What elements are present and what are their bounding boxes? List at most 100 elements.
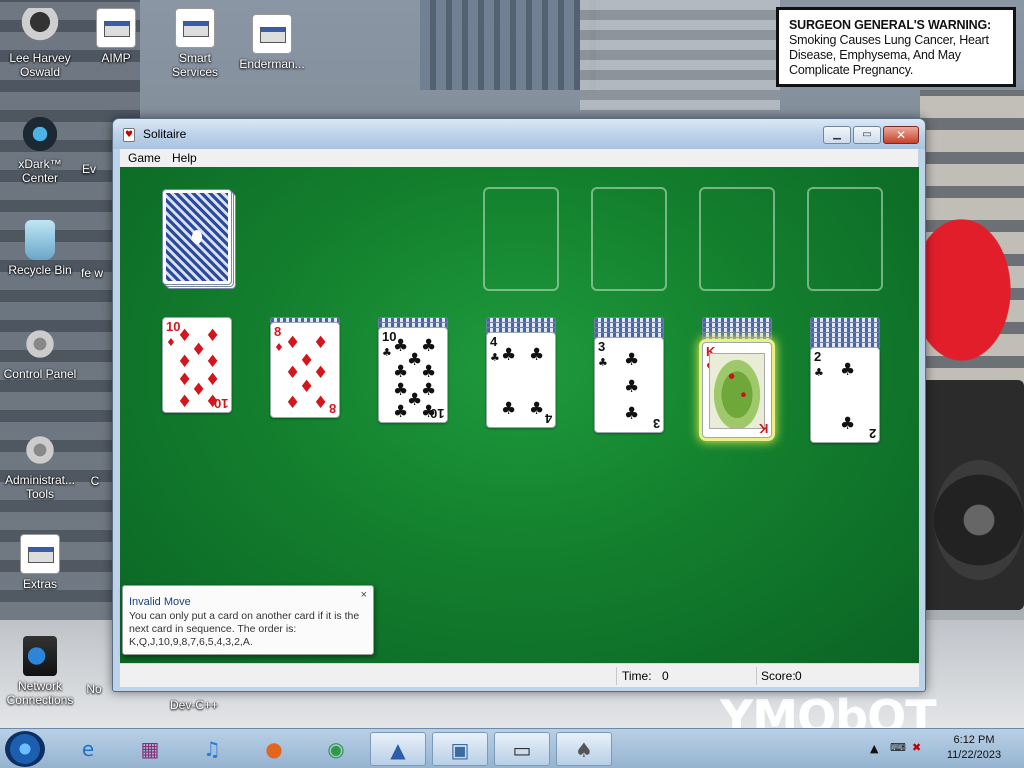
card-suit-small: ♣ — [382, 346, 392, 359]
tableau-card[interactable]: 3 ♣ ♣ ♣ ♣ 3 — [594, 337, 664, 433]
desktop-icon-xdark-center[interactable]: xDark™ Center — [2, 114, 78, 185]
card-pip: ♦ — [299, 351, 315, 371]
window-titlebar[interactable]: ♥ Solitaire ▁ ▭ ✕ — [113, 119, 925, 149]
card-pip: ♦ — [191, 340, 207, 360]
score-label: Score: — [761, 669, 796, 683]
card-pip: ♣ — [421, 362, 437, 382]
desktop-icon-network-connections[interactable]: Network Connections — [2, 636, 78, 707]
tableau-card[interactable]: 10 ♦ ♦ ♦ ♦ ♦ ♦ ♦ ♦ ♦ ♦ ♦ 10 — [162, 317, 232, 413]
foundation-slot-3[interactable] — [699, 187, 775, 291]
network-tray-icon[interactable]: ⌨ — [890, 741, 906, 754]
card-pip: ♣ — [840, 360, 856, 380]
window-title: Solitaire — [143, 127, 187, 141]
application-icon — [96, 8, 136, 48]
card-rank-bottom: 2 — [868, 426, 876, 441]
time-label: Time: — [622, 669, 652, 683]
card-pip: ♣ — [421, 336, 437, 356]
card-rank-bottom: 10 — [213, 396, 228, 411]
tableau-card[interactable]: 4 ♣ ♣ ♣ ♣ ♣ 4 — [486, 332, 556, 428]
card-pip: ♦ — [205, 370, 221, 390]
desktop-icon-label: xDark™ Center — [18, 157, 62, 185]
maximize-button[interactable]: ▭ — [853, 126, 881, 144]
xcode-taskbar-icon[interactable]: ▲ — [370, 732, 426, 766]
card-pip: ♣ — [407, 390, 423, 410]
minimize-button[interactable]: ▁ — [823, 126, 851, 144]
desktop-icon-extras[interactable]: Extras — [2, 534, 78, 591]
remote-desktop-taskbar-icon[interactable]: ▣ — [432, 732, 488, 766]
card-pip: ♦ — [285, 333, 301, 353]
volume-muted-icon[interactable]: ✖ — [912, 741, 921, 754]
desktop-icon-label: Control Panel — [3, 367, 77, 381]
desktop-icon-label: C — [90, 474, 100, 488]
close-button[interactable]: ✕ — [883, 126, 919, 144]
desktop-icon-administrative-tools[interactable]: Administrat... Tools — [2, 430, 78, 501]
desktop-icon-label: Recycle Bin — [8, 263, 72, 277]
desktop-icon-recycle-bin[interactable]: Recycle Bin — [2, 220, 78, 277]
desktop-icon-lee-harvey-oswald[interactable]: Lee Harvey Oswald — [2, 8, 78, 79]
card-pip: ♣ — [624, 350, 640, 370]
menu-game[interactable]: Game — [128, 151, 161, 165]
foundation-slot-2[interactable] — [591, 187, 667, 291]
foundation-slot-4[interactable] — [807, 187, 883, 291]
card-rank-bottom: 10 — [429, 406, 444, 421]
tray-expand-icon[interactable]: ▲ — [870, 742, 878, 755]
desktop-icon-control-panel[interactable]: Control Panel — [2, 324, 78, 381]
gear-icon — [20, 430, 60, 470]
taskbar-clock[interactable]: 6:12 PM 11/22/2023 — [932, 733, 1016, 763]
menu-help[interactable]: Help — [172, 151, 197, 165]
card-pip: ♣ — [501, 345, 517, 365]
wallpaper-building — [420, 0, 600, 90]
desktop-icon-label: Administrat... Tools — [4, 473, 76, 501]
desktop-icon-enderman[interactable]: Enderman... — [234, 14, 310, 71]
card-suit-small: ♣ — [598, 356, 608, 369]
card-suit-small: ♣ — [814, 366, 824, 379]
desktop-icon-no[interactable]: No — [84, 682, 104, 696]
card-rank: 3 — [598, 339, 606, 354]
tableau-card[interactable]: 10 ♣ ♣ ♣ ♣ ♣ ♣ ♣ ♣ ♣ ♣ ♣ 10 — [378, 327, 448, 423]
taskbar: e ▦ ♫ ● ◉ ▲ ▣ ▭ ♠ ▲ ⌨ ✖ 6:12 PM 11/22/20… — [0, 728, 1024, 768]
solitaire-taskbar-icon[interactable]: ♠ — [556, 732, 612, 766]
wallpaper-building — [580, 0, 780, 110]
desktop-icon-aimp[interactable]: AIMP — [78, 8, 154, 65]
tableau-card[interactable]: K♥K — [702, 342, 772, 438]
desktop-icon-fe[interactable]: fe w — [80, 266, 104, 280]
person-icon — [20, 8, 60, 48]
wallpaper-speaker — [920, 380, 1024, 610]
tooltip-message: You can only put a card on another card … — [129, 610, 360, 648]
desktop-icon-label: No — [86, 682, 102, 696]
card-pip: ♦ — [299, 377, 315, 397]
card-pip: ♦ — [177, 392, 193, 412]
card-pip: ♣ — [501, 399, 517, 419]
card-pip: ♦ — [205, 326, 221, 346]
tableau-card[interactable]: 2 ♣ ♣ ♣ 2 — [810, 347, 880, 443]
card-suit-small: ♦ — [166, 336, 176, 349]
status-bar: Time: 0 Score: 0 — [120, 663, 919, 687]
recycle-bin-icon — [25, 220, 55, 260]
desktop-icon-c[interactable]: C — [88, 474, 102, 488]
desktop-icon-label: Extras — [22, 577, 57, 591]
tableau-card[interactable]: 8 ♦ ♦ ♦ ♦ ♦ ♦ ♦ ♦ ♦ 8 — [270, 322, 340, 418]
desktop-icon-smart-services[interactable]: Smart Services — [157, 8, 233, 79]
firefox-taskbar-icon[interactable]: ● — [246, 732, 302, 766]
tooltip-title: Invalid Move — [129, 596, 191, 608]
desktop-icon-dev-cpp[interactable]: Dev-C++ — [156, 698, 232, 712]
laptop-taskbar-icon[interactable]: ▭ — [494, 732, 550, 766]
card-pip: ♣ — [624, 404, 640, 424]
desktop-icon-ev[interactable]: Ev — [74, 162, 104, 176]
itunes-taskbar-icon[interactable]: ♫ — [184, 732, 240, 766]
card-pip: ♣ — [393, 380, 409, 400]
warning-heading: SURGEON GENERAL'S WARNING: — [789, 18, 991, 32]
status-separator — [756, 667, 757, 685]
foundation-slot-1[interactable] — [483, 187, 559, 291]
start-button[interactable] — [5, 731, 45, 767]
chrome-taskbar-icon[interactable]: ◉ — [308, 732, 364, 766]
card-pip: ♦ — [313, 333, 329, 353]
tooltip-close-button[interactable]: × — [361, 589, 367, 601]
card-rank: 8 — [274, 324, 282, 339]
solitaire-app-icon: ♥ — [123, 128, 135, 142]
internet-explorer-taskbar-icon[interactable]: e — [60, 732, 116, 766]
card-pip: ♦ — [313, 393, 329, 413]
card-pip: ♣ — [529, 345, 545, 365]
stock-pile[interactable] — [162, 189, 232, 285]
winrar-taskbar-icon[interactable]: ▦ — [122, 732, 178, 766]
